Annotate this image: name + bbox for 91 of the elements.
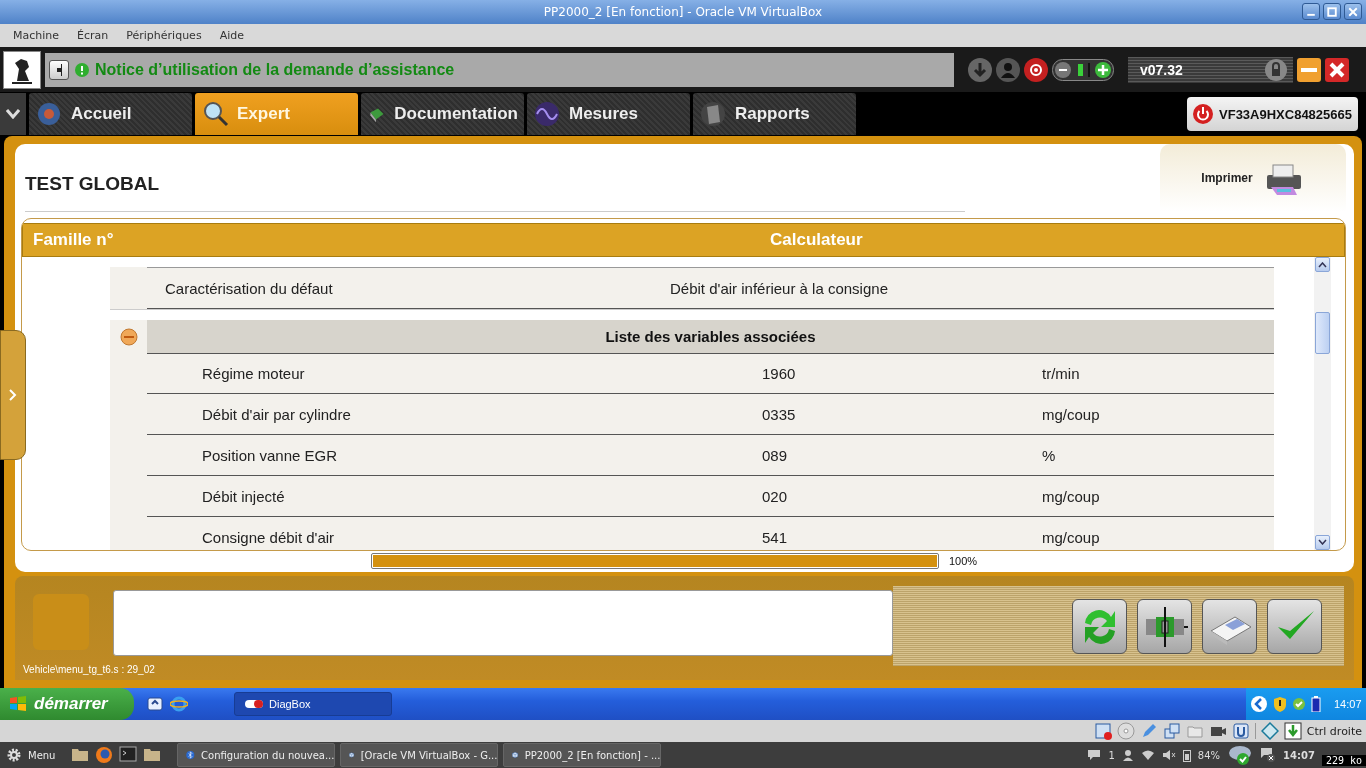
maximize-button[interactable] [1323, 3, 1341, 20]
battery-level: 84% [1197, 749, 1221, 761]
menu-item[interactable]: Aide [210, 29, 253, 42]
variable-value: 541 [762, 528, 789, 546]
collapse-icon[interactable] [119, 327, 138, 346]
menu-item[interactable]: Machine [4, 29, 69, 42]
tab[interactable]: Rapports [693, 93, 856, 135]
globe-icon [35, 100, 63, 128]
close-button[interactable] [1344, 3, 1362, 20]
network-icon[interactable] [1162, 722, 1181, 740]
terminal-icon[interactable] [119, 746, 138, 762]
folder-icon[interactable] [71, 746, 90, 762]
print-label: Imprimer [1201, 171, 1253, 185]
tab[interactable]: Accueil [29, 93, 192, 135]
shield-icon[interactable] [1273, 696, 1287, 712]
taskbar-button[interactable]: PP2000_2 [En fonction] - ... [503, 743, 662, 767]
usb-icon[interactable] [1231, 722, 1250, 740]
alert-icon [75, 62, 89, 77]
scroll-down-icon[interactable] [1318, 539, 1327, 546]
menu-item[interactable]: Périphériques [117, 29, 211, 42]
minimize-icon[interactable] [1297, 57, 1321, 82]
chat-icon[interactable] [1087, 749, 1102, 761]
cloud-check-icon[interactable] [1227, 744, 1254, 766]
column-header: Calculateur [770, 230, 863, 250]
menu-button[interactable]: Menu [0, 746, 62, 764]
tab[interactable]: Documentation [361, 93, 524, 135]
variable-value: 0335 [762, 405, 797, 423]
wifi-icon[interactable] [1140, 749, 1155, 761]
browser-icon[interactable] [170, 695, 188, 713]
variable-unit: mg/coup [1042, 405, 1100, 423]
network-speed: 229 ko [1321, 755, 1366, 766]
wave-icon [533, 100, 561, 128]
host-key-label: Ctrl droite [1306, 724, 1362, 738]
folder-icon[interactable] [143, 746, 162, 762]
variable-unit: mg/coup [1042, 487, 1100, 505]
keyboard-capture-icon[interactable] [1283, 722, 1302, 740]
download-icon[interactable] [968, 57, 992, 82]
tab[interactable]: Mesures [527, 93, 690, 135]
field-value: Débit d'air inférieur à la consigne [670, 279, 889, 297]
variable-value: 1960 [762, 364, 797, 382]
arrow-left-icon[interactable] [1250, 695, 1268, 713]
version-label: v07.32 [1140, 61, 1183, 78]
scrollbar[interactable] [1314, 257, 1331, 550]
variable-name: Consigne débit d'air [201, 528, 336, 546]
close-icon[interactable] [1325, 57, 1349, 82]
document-icon [699, 100, 727, 128]
taskbar-button[interactable]: [Oracle VM VirtualBox - G... [340, 743, 499, 767]
gear-icon[interactable] [6, 747, 22, 763]
variable-value: 020 [762, 487, 789, 505]
add-button[interactable] [49, 59, 69, 80]
section-title: Liste des variables associées [147, 319, 1274, 354]
power-icon [1193, 104, 1213, 124]
variable-name: Débit d'air par cylindre [201, 405, 352, 423]
battery-icon[interactable] [1182, 748, 1191, 762]
notification-icon[interactable] [1260, 747, 1277, 763]
menu-item[interactable]: Écran [68, 29, 118, 42]
variable-unit: mg/coup [1042, 528, 1100, 546]
scroll-up-icon[interactable] [1318, 261, 1327, 268]
speaker-icon[interactable] [1161, 749, 1176, 761]
email-icon[interactable] [1024, 57, 1048, 82]
firefox-icon[interactable] [95, 746, 114, 764]
page-title: TEST GLOBAL [25, 173, 965, 212]
column-header: Famille n° [32, 230, 115, 250]
taskbar-button[interactable]: DiagBox [234, 692, 392, 716]
variable-unit: tr/min [1042, 364, 1080, 382]
chevron-down-icon[interactable] [6, 109, 20, 119]
minimize-button[interactable] [1302, 3, 1320, 20]
scroll-thumb[interactable] [1315, 312, 1330, 354]
side-handle[interactable] [0, 330, 26, 460]
variable-name: Débit injecté [201, 487, 286, 505]
field-label: Caractérisation du défaut [164, 279, 334, 297]
display-icon[interactable] [1260, 722, 1279, 740]
notification-count: 1 [1108, 749, 1115, 761]
variable-name: Position vanne EGR [201, 446, 339, 464]
user-icon[interactable] [1121, 749, 1134, 761]
script-path: Vehicle\menu_tg_t6.s : 29_02 [23, 664, 155, 675]
magnifier-icon [201, 100, 229, 128]
vin-button[interactable]: VF33A9HXC84825665 [1187, 97, 1358, 131]
check-icon[interactable] [1292, 697, 1306, 711]
taskbar-button[interactable]: Configuration du nouvea... [177, 743, 336, 767]
window-title: PP2000_2 [En fonction] - Oracle VM VirtualBox [543, 5, 823, 19]
progress-reading: 100% [949, 555, 978, 568]
lock-icon[interactable] [1265, 58, 1287, 81]
pill-icon[interactable] [245, 700, 263, 708]
clock: 14:07 [1334, 698, 1362, 710]
variable-value: 089 [762, 446, 789, 464]
volume-control[interactable] [1052, 58, 1114, 81]
variable-unit: % [1042, 446, 1056, 464]
variable-name: Régime moteur [201, 364, 306, 382]
clock: 14:07 [1283, 749, 1315, 761]
desktop-icon[interactable] [146, 695, 164, 713]
